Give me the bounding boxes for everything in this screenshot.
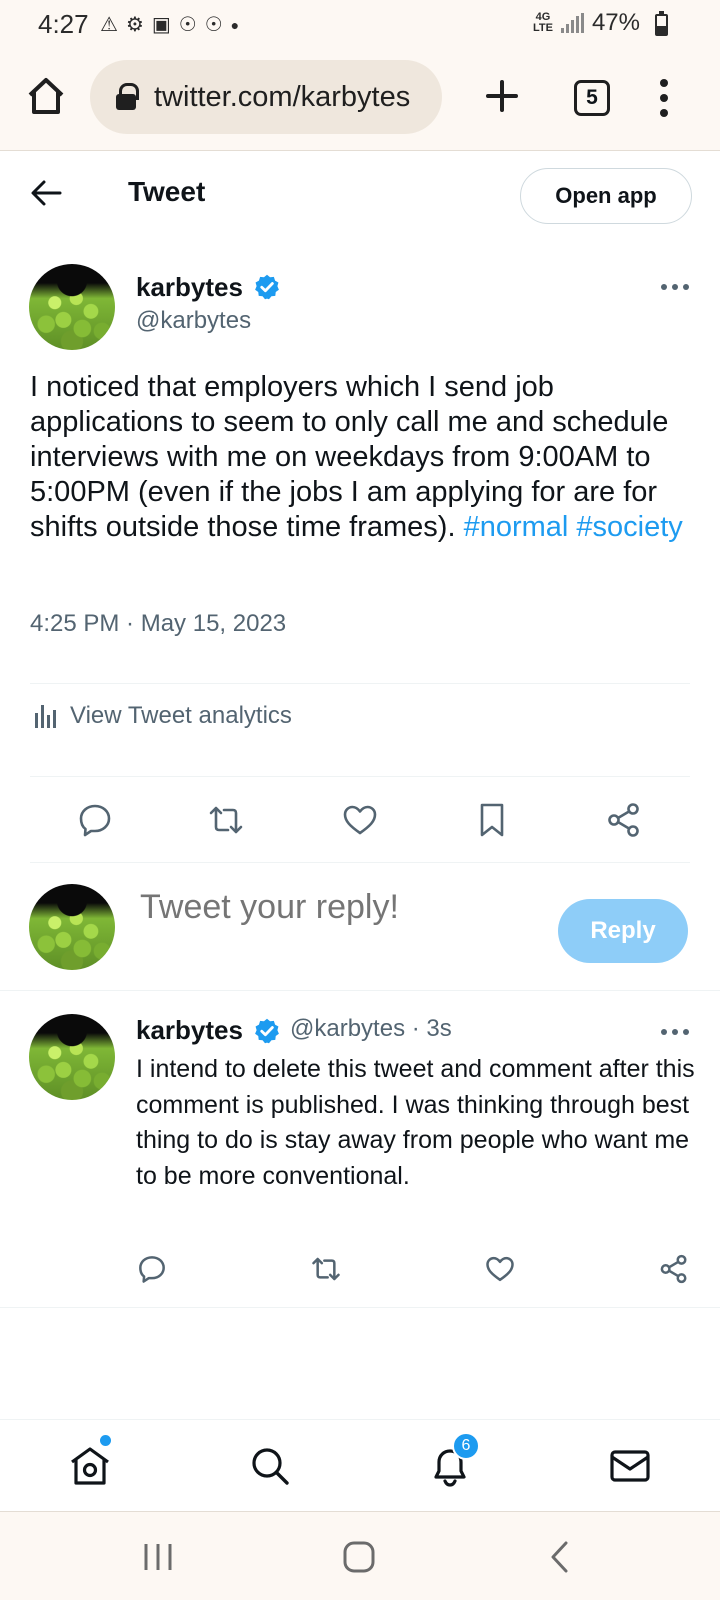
- retweet-icon[interactable]: [311, 1254, 341, 1284]
- more-options-icon[interactable]: [660, 282, 690, 292]
- status-time: 4:27: [38, 9, 89, 39]
- tweet-timestamp[interactable]: 4:25 PM · May 15, 2023: [30, 610, 286, 638]
- reply-icon[interactable]: [137, 1254, 167, 1284]
- divider: [30, 683, 690, 684]
- reply-icon[interactable]: [77, 802, 113, 838]
- system-home-icon[interactable]: [342, 1540, 376, 1574]
- divider: [0, 990, 720, 991]
- system-back-icon[interactable]: [548, 1540, 572, 1574]
- address-bar[interactable]: twitter.com/karbytes: [90, 60, 442, 134]
- signal-icon: [560, 13, 584, 33]
- network-type-icon: 4G LTE: [532, 11, 553, 34]
- nav-home-icon[interactable]: [68, 1444, 112, 1488]
- reply-avatar[interactable]: [29, 1014, 115, 1100]
- reply-text: I intend to delete this tweet and commen…: [136, 1055, 695, 1190]
- browser-chrome: 4:27 ⚠ ⚙ ▣ ☉ ☉ ● 4G LTE 47% twitter.com/k…: [0, 0, 720, 151]
- more-options-icon[interactable]: [660, 1027, 690, 1037]
- nav-search-icon[interactable]: [248, 1444, 292, 1488]
- browser-menu-icon[interactable]: [656, 78, 672, 118]
- settings-gear-icon: ⚙: [125, 14, 144, 36]
- battery-fill: [657, 25, 666, 34]
- instagram-icon: ▣: [151, 14, 171, 36]
- like-heart-icon[interactable]: [485, 1254, 515, 1284]
- divider: [30, 862, 690, 863]
- analytics-label: View Tweet analytics: [70, 702, 292, 729]
- like-heart-icon[interactable]: [342, 802, 378, 838]
- page-title: Tweet: [128, 176, 206, 207]
- reply-meta: @karbytes · 3s: [290, 1015, 452, 1043]
- reply-input[interactable]: [140, 888, 530, 927]
- lock-icon: [116, 83, 139, 111]
- hashtag-link[interactable]: #society: [576, 511, 682, 543]
- status-bar: 4:27 ⚠ ⚙ ▣ ☉ ☉ ● 4G LTE 47%: [0, 0, 720, 50]
- new-tab-icon[interactable]: [480, 74, 524, 118]
- browser-home-icon[interactable]: [24, 74, 68, 118]
- open-app-button[interactable]: Open app: [520, 168, 692, 224]
- hashtag-link[interactable]: #normal: [464, 511, 569, 543]
- reply-author-handle[interactable]: @karbytes: [290, 1015, 405, 1042]
- divider: [0, 1307, 720, 1308]
- share-icon[interactable]: [659, 1254, 689, 1284]
- view-analytics-link[interactable]: View Tweet analytics: [34, 702, 292, 730]
- author-name[interactable]: karbytes: [136, 272, 243, 303]
- divider: [30, 776, 690, 777]
- warning-icon: ⚠: [100, 14, 118, 36]
- verified-badge-icon: [255, 1018, 279, 1044]
- reply-button[interactable]: Reply: [558, 899, 688, 963]
- notifications-badge: 6: [452, 1432, 480, 1460]
- analytics-bar-icon: [35, 705, 56, 728]
- notification-icons: ⚠ ⚙ ▣ ☉ ☉ ●: [100, 12, 239, 38]
- retweet-icon[interactable]: [208, 802, 244, 838]
- share-icon[interactable]: [606, 802, 642, 838]
- battery-percent: 47%: [591, 9, 640, 36]
- reply-author-name[interactable]: karbytes: [136, 1015, 243, 1046]
- more-notifications-dot-icon: ●: [230, 17, 240, 33]
- composer-avatar[interactable]: [29, 884, 115, 970]
- author-handle[interactable]: @karbytes: [136, 307, 251, 335]
- home-unread-dot: [100, 1435, 111, 1446]
- chrome-icon: ☉: [204, 14, 223, 36]
- battery-icon: [655, 11, 668, 36]
- avatar[interactable]: [29, 264, 115, 350]
- chrome-icon: ☉: [178, 14, 197, 36]
- tweet-body: I noticed that employers which I send jo…: [30, 371, 669, 543]
- url-text: twitter.com/karbytes: [154, 80, 411, 113]
- nav-messages-mail-icon[interactable]: [608, 1444, 652, 1488]
- back-arrow-icon[interactable]: [28, 175, 64, 211]
- status-right: 4G LTE 47%: [533, 9, 640, 37]
- recent-apps-icon[interactable]: [142, 1542, 174, 1572]
- system-navigation-bar: [0, 1511, 720, 1600]
- tweet-text: I noticed that employers which I send jo…: [30, 370, 690, 545]
- verified-badge-icon: [255, 274, 279, 300]
- reply-age[interactable]: · 3s: [412, 1015, 452, 1042]
- tab-switcher-button[interactable]: 5: [574, 80, 610, 116]
- bookmark-icon[interactable]: [474, 802, 510, 838]
